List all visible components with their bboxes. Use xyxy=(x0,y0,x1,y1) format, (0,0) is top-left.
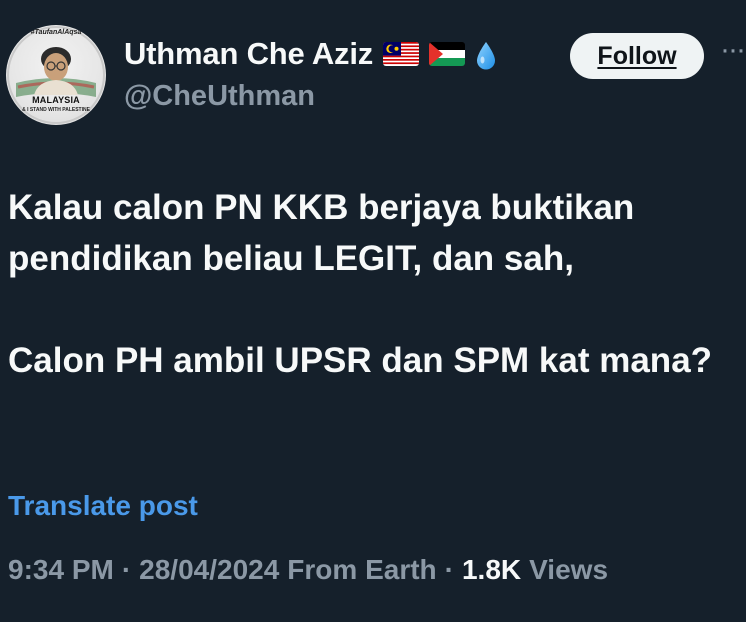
post-meta: 9:34 PM · 28/04/2024 From Earth · 1.8K V… xyxy=(8,554,608,586)
post-paragraph: Calon PH ambil UPSR dan SPM kat mana? xyxy=(8,341,713,380)
water-drop-icon xyxy=(475,41,497,71)
post-paragraph: Kalau calon PN KKB berjaya buktikan pend… xyxy=(8,188,635,278)
avatar-country-text: MALAYSIA xyxy=(32,95,80,105)
author-handle[interactable]: @CheUthman xyxy=(124,80,315,113)
post-card: #TaufanAlAqsa MALAYSIA & I STAND WITH PA… xyxy=(0,0,746,622)
more-options-icon[interactable]: ··· xyxy=(720,40,746,70)
post-date[interactable]: 28/04/2024 xyxy=(139,554,279,586)
translate-post-link[interactable]: Translate post xyxy=(8,490,198,522)
meta-separator: · xyxy=(444,554,454,585)
views-label: Views xyxy=(529,554,609,585)
views-count: 1.8K xyxy=(461,554,522,585)
avatar-hashtag: #TaufanAlAqsa xyxy=(30,29,82,36)
follow-button[interactable]: Follow xyxy=(570,33,704,79)
malaysia-flag-icon xyxy=(383,42,420,66)
post-text: Kalau calon PN KKB berjaya buktikan pend… xyxy=(8,182,728,386)
palestine-flag-icon xyxy=(429,42,466,66)
author-name-row: Uthman Che Aziz xyxy=(124,34,497,74)
avatar[interactable]: #TaufanAlAqsa MALAYSIA & I STAND WITH PA… xyxy=(6,25,106,125)
display-name[interactable]: Uthman Che Aziz xyxy=(124,36,373,72)
post-time[interactable]: 9:34 PM xyxy=(8,554,114,586)
post-location: From Earth xyxy=(287,554,437,585)
avatar-sub-text: & I STAND WITH PALESTINE xyxy=(22,107,90,113)
meta-separator: · xyxy=(121,554,132,585)
